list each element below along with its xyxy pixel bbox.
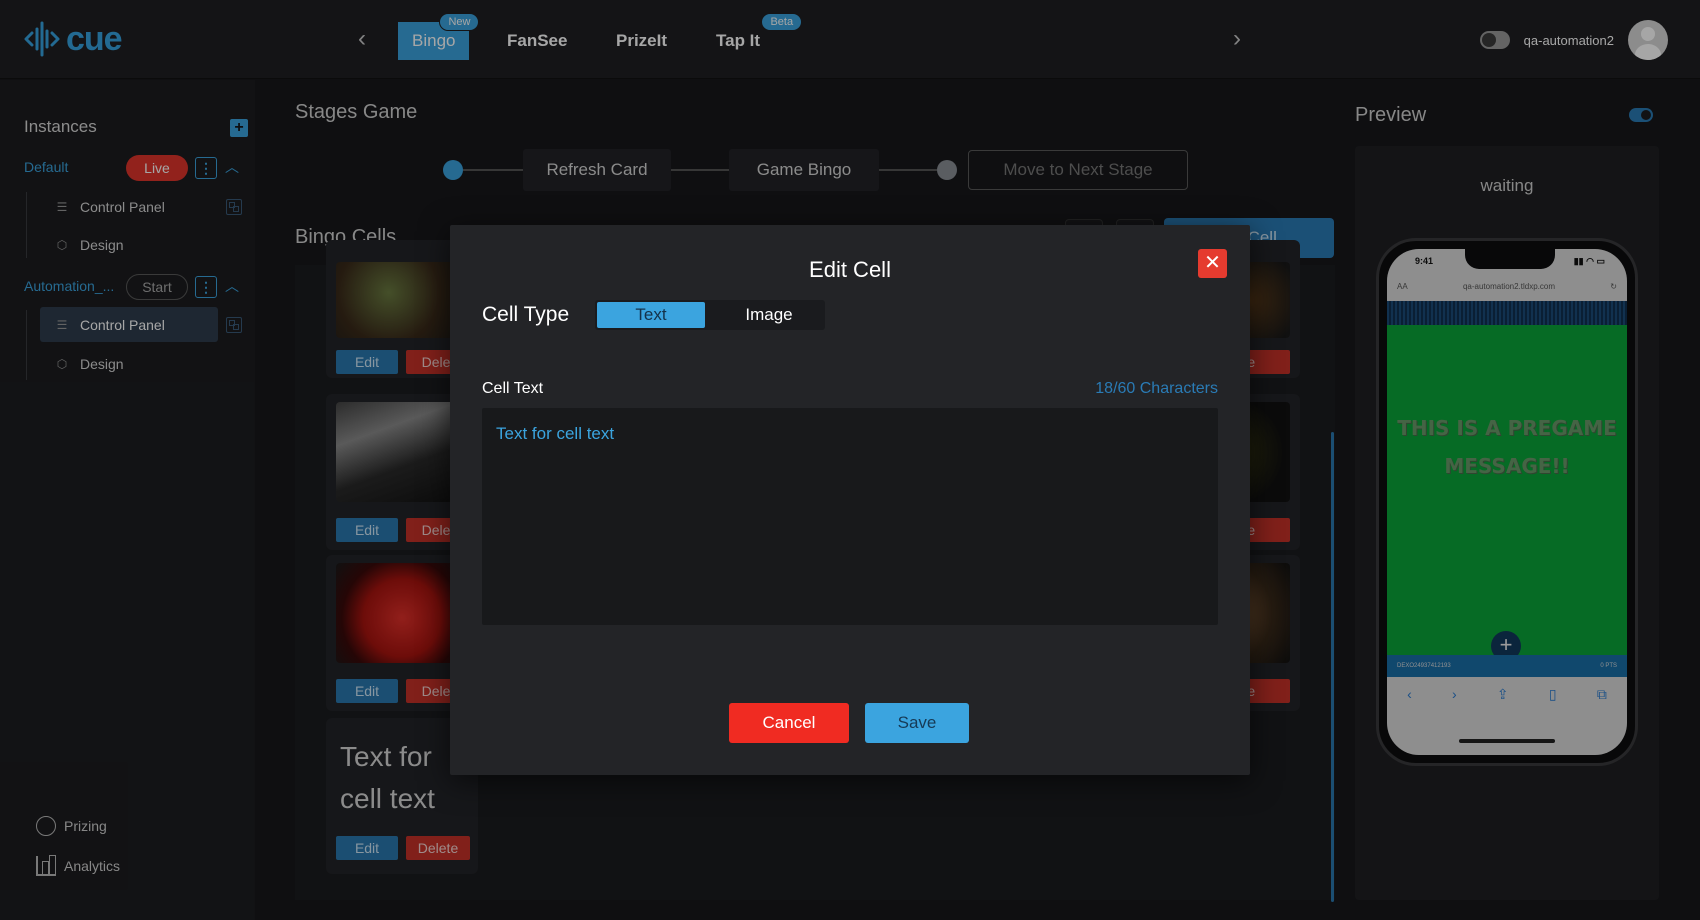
edit-cell-modal: Edit Cell ✕ Cell Type Text Image Cell Te… — [450, 225, 1250, 775]
cell-type-image-option[interactable]: Image — [715, 302, 823, 328]
modal-title: Edit Cell — [809, 257, 891, 282]
cell-type-label: Cell Type — [482, 303, 570, 326]
cell-type-text-option[interactable]: Text — [597, 302, 705, 328]
cell-text-input[interactable]: Text for cell text — [482, 408, 1218, 625]
cell-type-selector: Text Image — [595, 300, 825, 330]
save-button[interactable]: Save — [865, 703, 969, 743]
cancel-button[interactable]: Cancel — [729, 703, 849, 743]
close-icon[interactable]: ✕ — [1198, 249, 1227, 278]
cell-text-label: Cell Text — [482, 380, 544, 397]
character-count: 18/60 Characters — [1095, 380, 1218, 397]
